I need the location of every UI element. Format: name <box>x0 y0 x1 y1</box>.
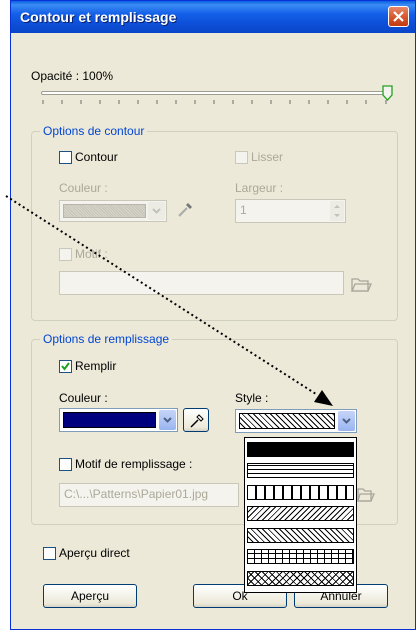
slider-ticks <box>42 100 387 104</box>
pattern-fill-checkbox[interactable] <box>59 458 72 471</box>
close-icon <box>393 11 404 22</box>
slider-thumb[interactable] <box>382 85 393 101</box>
style-selected-pattern <box>239 413 335 429</box>
style-label: Style : <box>235 391 269 405</box>
outline-color-swatch <box>63 204 146 218</box>
contour-label: Contour <box>75 150 118 164</box>
chevron-down-icon <box>152 208 161 214</box>
dialog-title: Contour et remplissage <box>20 9 177 25</box>
style-combo[interactable] <box>235 409 357 433</box>
smooth-label: Lisser <box>251 150 284 164</box>
style-option-crosshatch[interactable] <box>247 571 354 586</box>
fill-checkbox[interactable] <box>59 360 72 373</box>
pattern-fill-label: Motif de remplissage : <box>75 457 193 471</box>
live-preview-checkbox[interactable] <box>43 547 56 560</box>
fill-color-dropdown[interactable] <box>159 410 176 430</box>
spinner-arrows-icon <box>334 205 340 217</box>
style-option-diagonal-back[interactable] <box>247 506 354 521</box>
folder-open-icon[interactable] <box>351 275 373 293</box>
style-dropdown[interactable] <box>338 411 355 431</box>
eyedropper-icon <box>190 414 204 428</box>
close-button[interactable] <box>388 6 409 27</box>
outline-pattern-field[interactable] <box>59 271 344 295</box>
fill-color-combo[interactable] <box>59 408 178 432</box>
contour-checkbox[interactable] <box>59 151 72 164</box>
checkmark-icon <box>61 362 70 371</box>
live-preview-label: Aperçu direct <box>59 546 130 560</box>
smooth-checkbox[interactable] <box>235 151 248 164</box>
fill-color-swatch <box>63 412 156 428</box>
title-bar[interactable]: Contour et remplissage <box>11 1 415 33</box>
style-option-vertical[interactable] <box>247 485 354 500</box>
pattern-checkbox[interactable] <box>59 248 72 261</box>
opacity-slider[interactable] <box>41 85 393 111</box>
style-option-solid[interactable] <box>247 442 354 457</box>
fill-label: Remplir <box>75 359 117 373</box>
fill-pattern-path: C:\...\Patterns\Papier01.jpg <box>64 487 209 501</box>
eyedropper-icon[interactable] <box>175 200 195 220</box>
chevron-down-icon <box>342 418 351 424</box>
folder-open-icon[interactable] <box>357 485 375 503</box>
fill-legend: Options de remplissage <box>40 332 173 346</box>
style-option-diagonal[interactable] <box>247 528 354 543</box>
outline-color-combo[interactable] <box>59 200 167 222</box>
width-label: Largeur : <box>235 181 284 195</box>
outline-legend: Options de contour <box>40 124 148 138</box>
fill-eyedropper-button[interactable] <box>183 408 209 432</box>
outline-color-dropdown[interactable] <box>148 202 165 220</box>
fill-pattern-path-field[interactable]: C:\...\Patterns\Papier01.jpg <box>59 483 239 507</box>
dialog-window: Contour et remplissage Opacité : 100% Op… <box>10 0 416 630</box>
width-field[interactable]: 1 <box>235 199 346 223</box>
pattern-label: Motif : <box>75 247 108 261</box>
style-options-list <box>244 437 357 593</box>
preview-button[interactable]: Aperçu <box>43 584 137 608</box>
width-spinner[interactable] <box>330 201 344 221</box>
fill-color-label: Couleur : <box>59 391 108 405</box>
chevron-down-icon <box>163 417 172 423</box>
width-value: 1 <box>240 203 247 217</box>
opacity-label: Opacité : 100% <box>31 69 114 83</box>
style-option-grid[interactable] <box>247 549 354 564</box>
outline-color-label: Couleur : <box>59 181 108 195</box>
style-option-horizontal[interactable] <box>247 463 354 478</box>
